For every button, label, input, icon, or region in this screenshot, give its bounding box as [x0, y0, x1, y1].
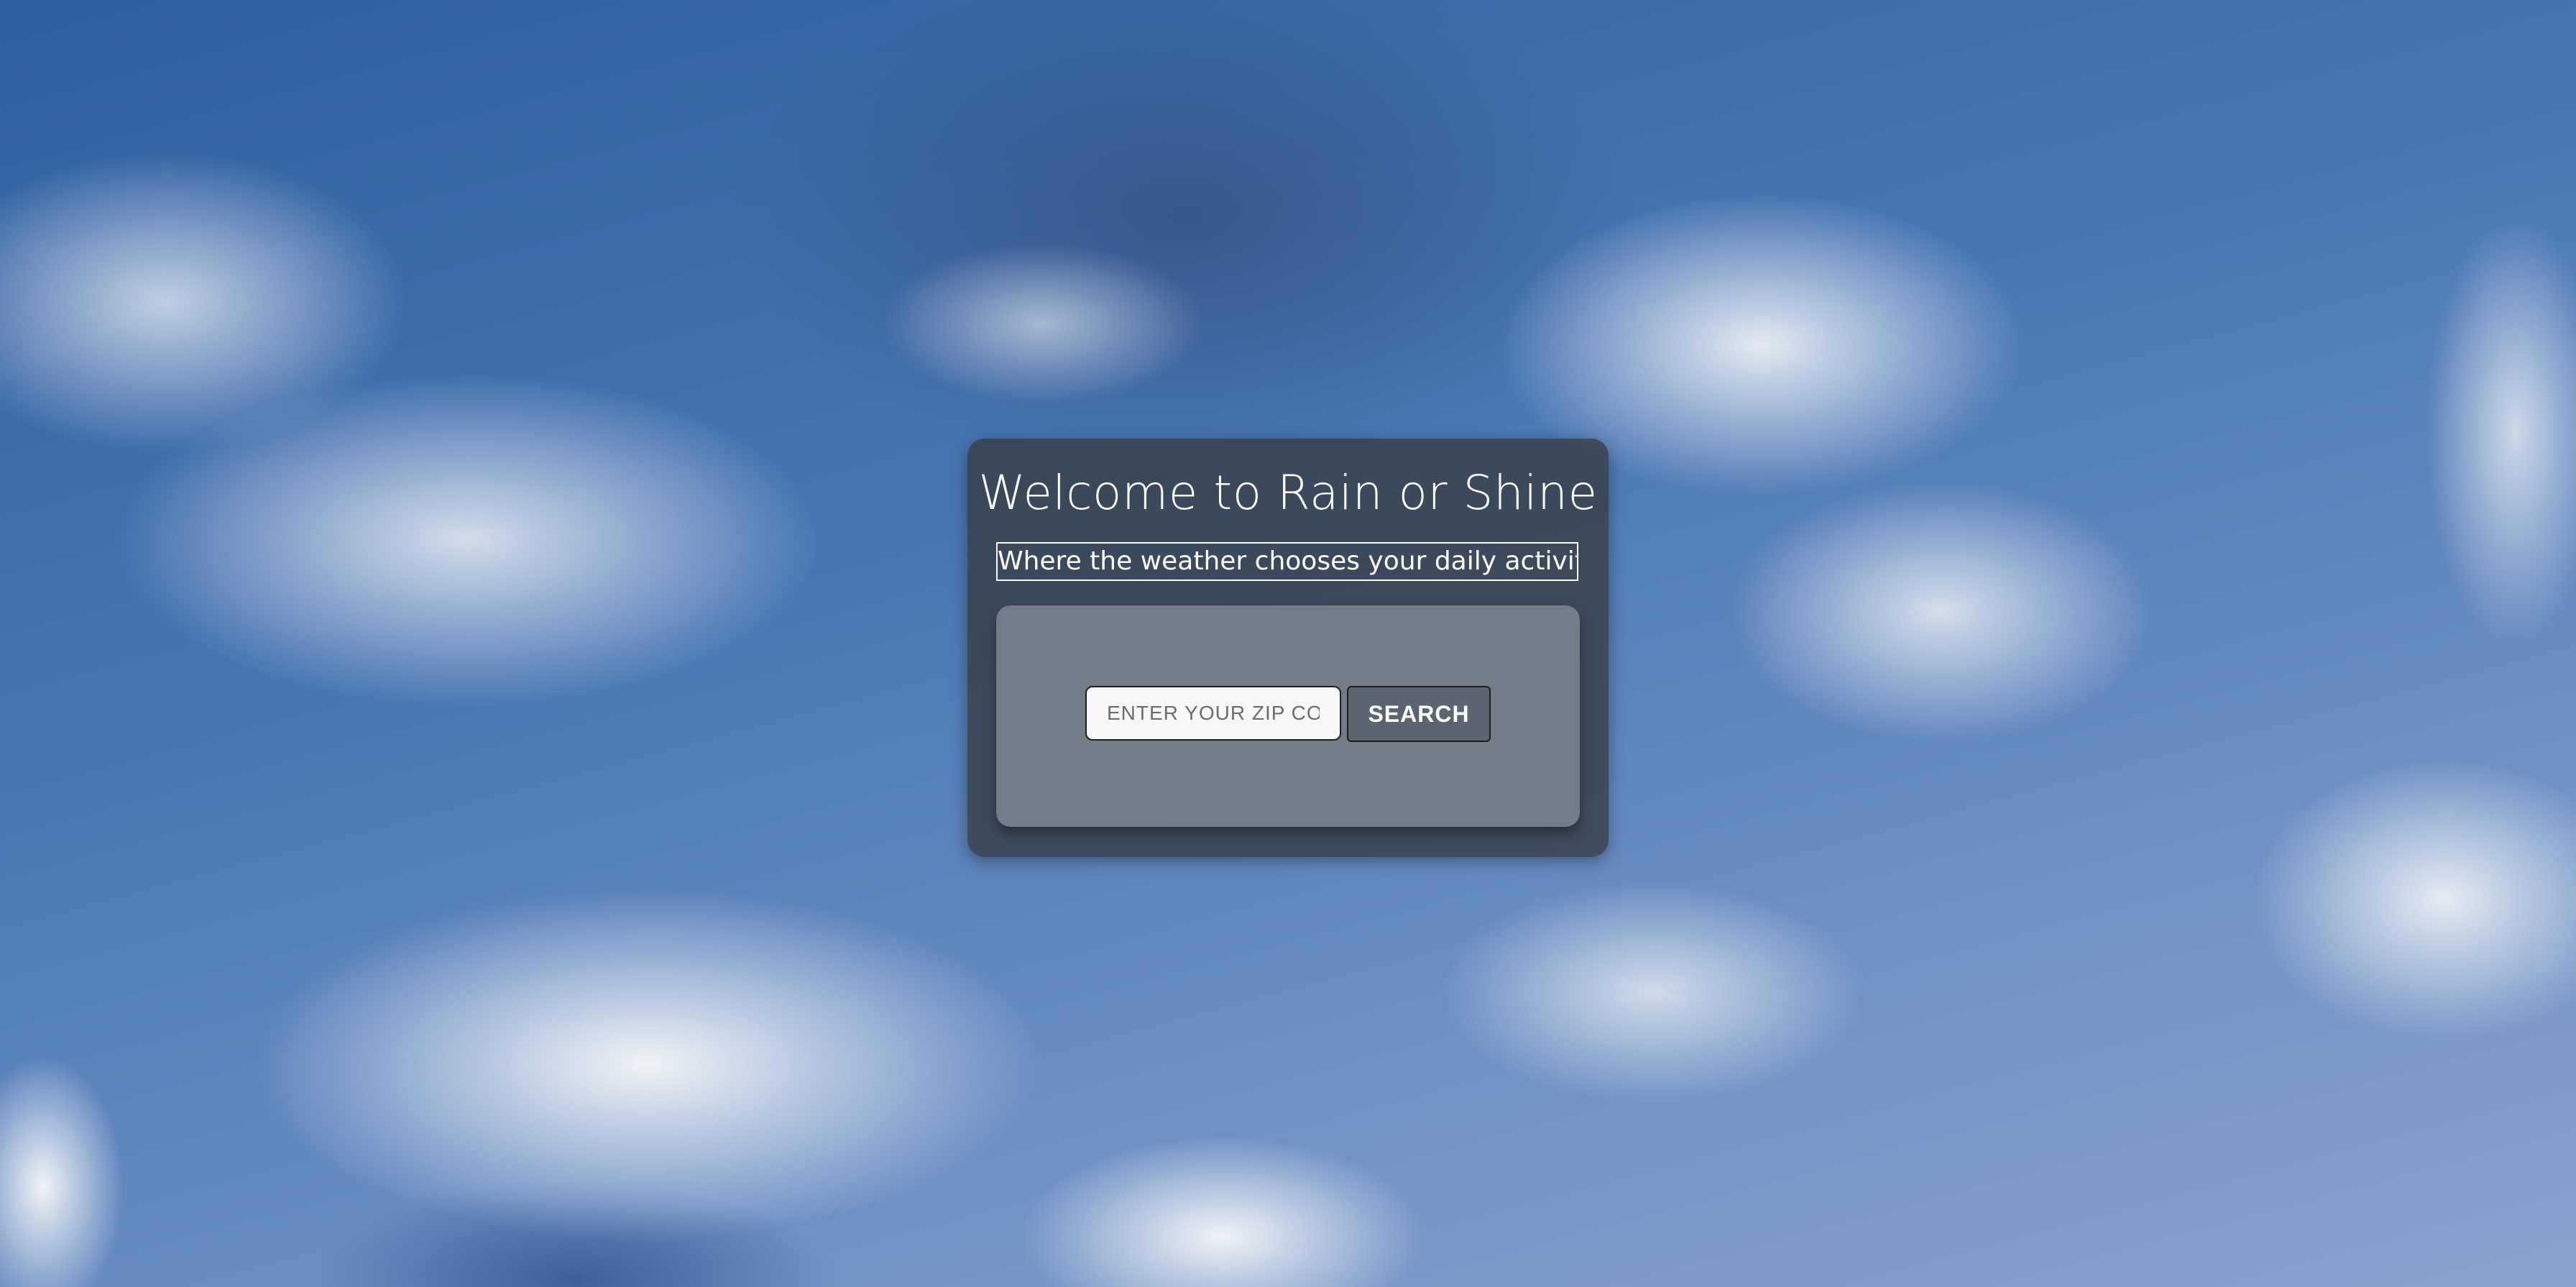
zip-code-input[interactable] — [1085, 686, 1341, 741]
search-button[interactable]: SEARCH — [1347, 686, 1491, 742]
tagline: Where the weather chooses your daily act… — [996, 542, 1578, 581]
welcome-card: Welcome to Rain or Shine Where the weath… — [967, 439, 1609, 857]
page-title: Welcome to Rain or Shine — [978, 465, 1598, 521]
search-panel: SEARCH — [996, 605, 1580, 827]
